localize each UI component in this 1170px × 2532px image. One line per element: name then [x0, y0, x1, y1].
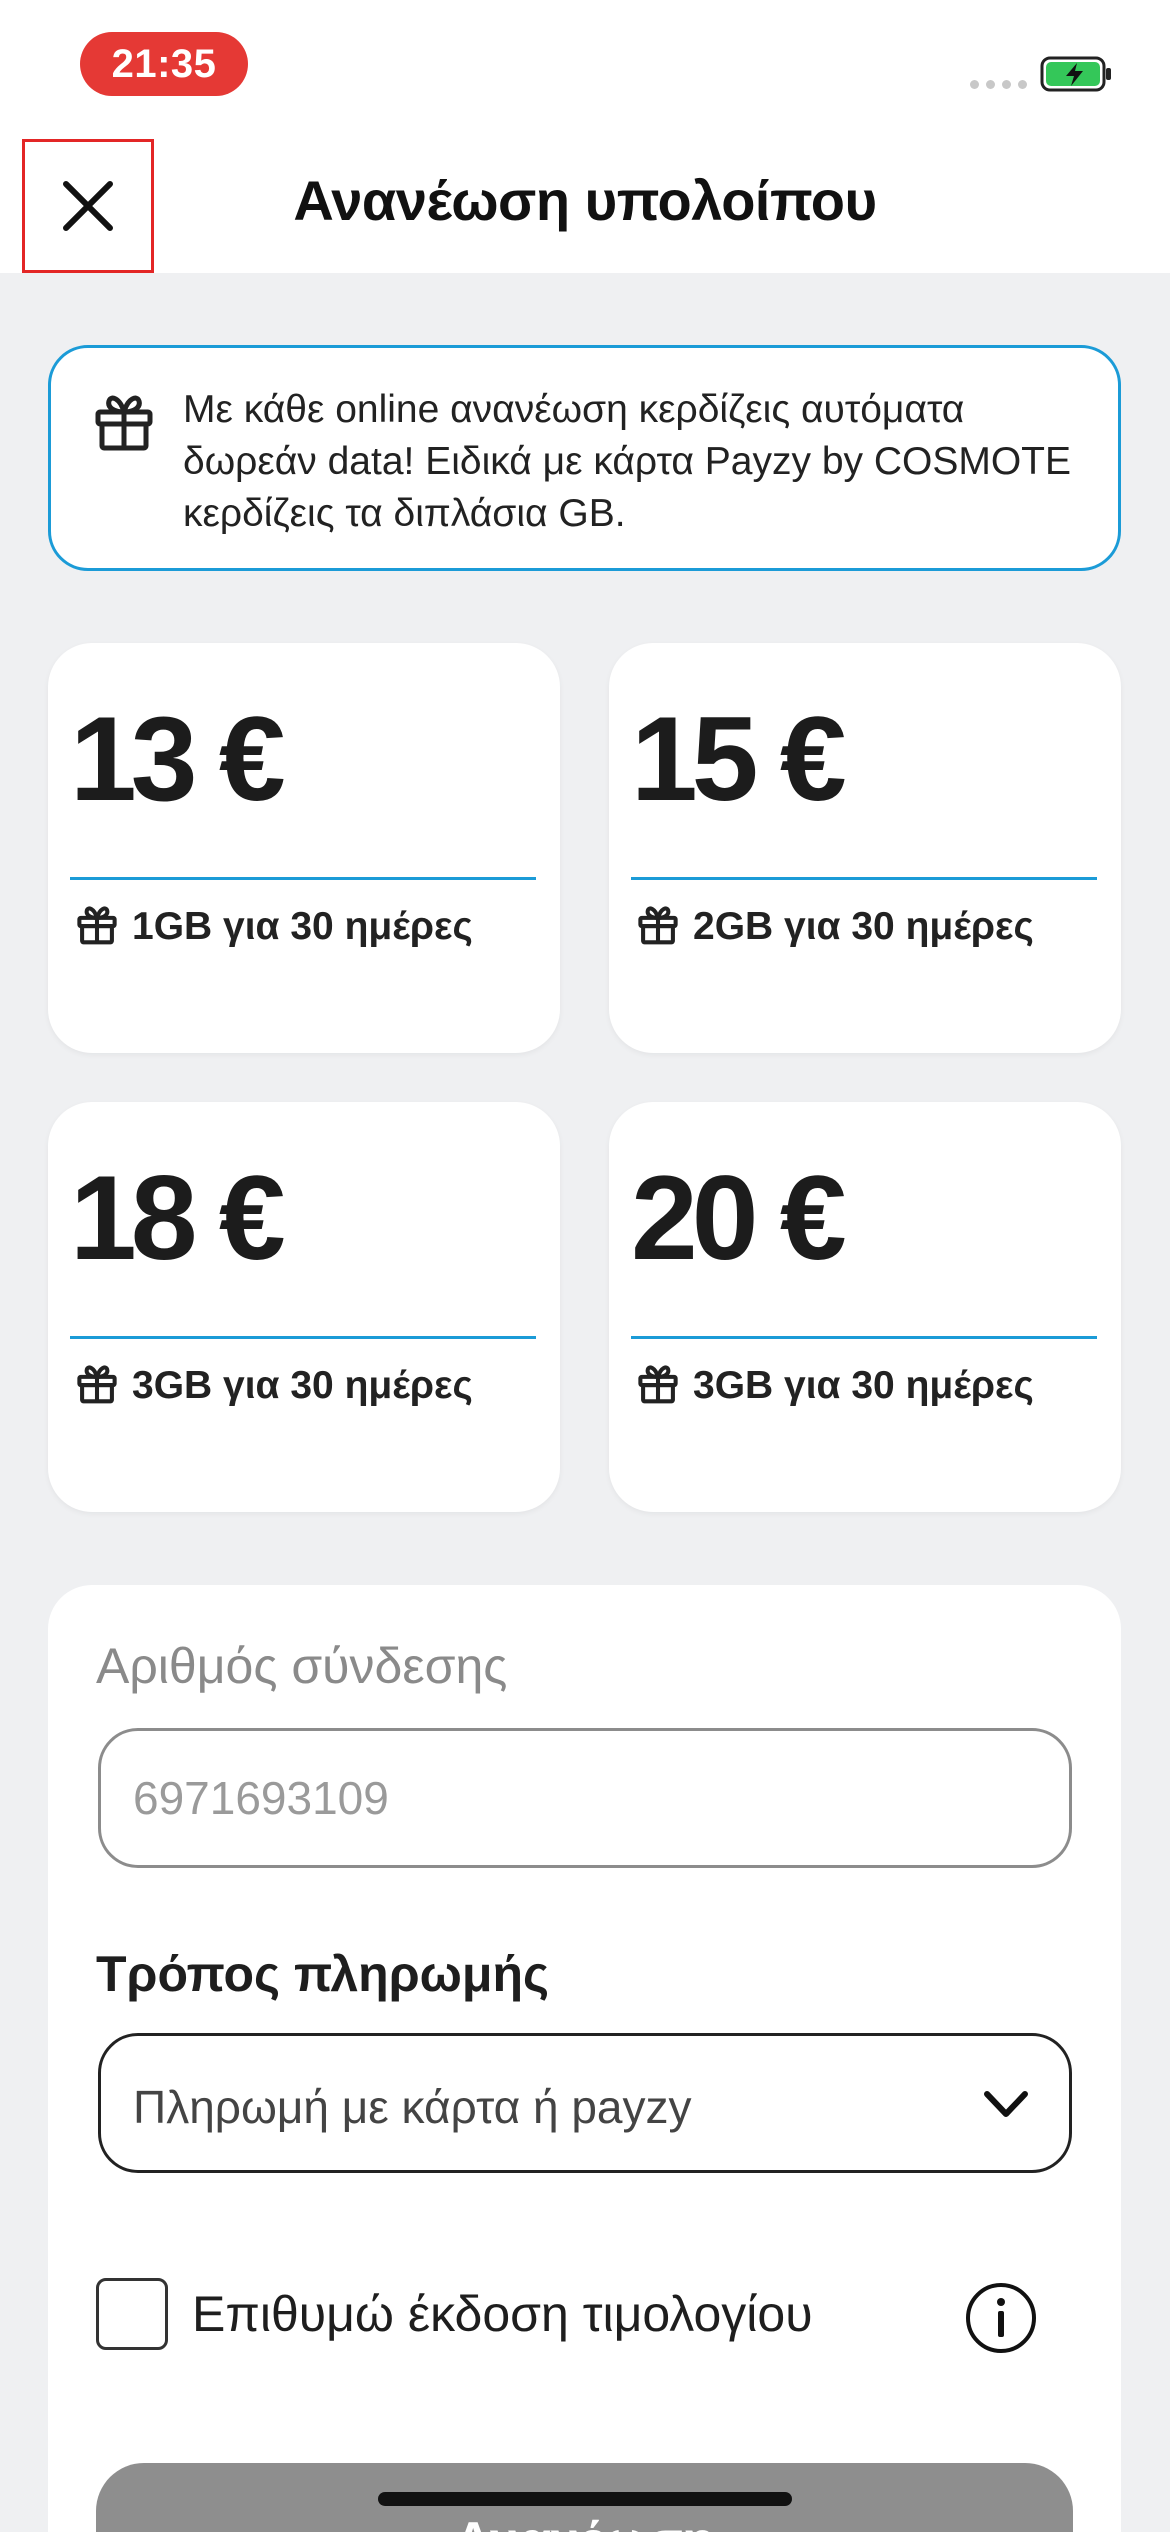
phone-number-input[interactable]	[98, 1728, 1072, 1868]
plan-card-18[interactable]: 18 € 3GB για 30 ημέρες	[48, 1102, 560, 1512]
home-indicator	[378, 2492, 792, 2506]
number-label: Αριθμός σύνδεσης	[96, 1638, 508, 1694]
chevron-down-icon	[984, 2091, 1028, 2117]
gift-icon	[77, 1365, 117, 1404]
plan-bonus: 3GB για 30 ημέρες	[132, 1364, 473, 1407]
page-title: Ανανέωση υπολοίπου	[293, 169, 877, 232]
signal-icon	[970, 80, 1027, 89]
card-divider	[631, 1336, 1097, 1339]
plan-card-20[interactable]: 20 € 3GB για 30 ημέρες	[609, 1102, 1121, 1512]
info-icon[interactable]	[964, 2281, 1038, 2355]
card-divider	[631, 877, 1097, 880]
plan-price: 20 €	[631, 1151, 847, 1285]
payment-method-select[interactable]: Πληρωμή με κάρτα ή payzy	[98, 2033, 1072, 2173]
plan-price: 18 €	[70, 1151, 286, 1285]
screen: 21:35 Ανανέωση υπολοίπου Με κάθε online …	[0, 0, 1170, 2532]
card-divider	[70, 1336, 536, 1339]
battery-icon	[1040, 56, 1111, 92]
gift-icon	[638, 1365, 678, 1404]
gift-icon	[95, 395, 153, 451]
promo-banner: Με κάθε online ανανέωση κερδίζεις αυτόμα…	[48, 345, 1121, 571]
payment-method-value: Πληρωμή με κάρτα ή payzy	[133, 2081, 692, 2133]
renewal-form: Αριθμός σύνδεσης Τρόπος πληρωμής Πληρωμή…	[48, 1585, 1121, 2532]
plan-card-15[interactable]: 15 € 2GB για 30 ημέρες	[609, 643, 1121, 1053]
plan-price: 15 €	[631, 692, 847, 826]
payment-label: Τρόπος πληρωμής	[96, 1946, 550, 2002]
plan-bonus: 1GB για 30 ημέρες	[132, 905, 473, 948]
card-divider	[70, 877, 536, 880]
gift-icon	[638, 906, 678, 945]
plan-card-13[interactable]: 13 € 1GB για 30 ημέρες	[48, 643, 560, 1053]
top-bar: 21:35 Ανανέωση υπολοίπου	[0, 0, 1170, 273]
plan-bonus: 3GB για 30 ημέρες	[693, 1364, 1034, 1407]
invoice-checkbox[interactable]	[96, 2278, 168, 2350]
invoice-label: Επιθυμώ έκδοση τιμολογίου	[192, 2286, 813, 2342]
plan-bonus: 2GB για 30 ημέρες	[693, 905, 1034, 948]
plan-price: 13 €	[70, 692, 286, 826]
promo-text: Με κάθε online ανανέωση κερδίζεις αυτόμα…	[183, 388, 1072, 535]
gift-icon	[77, 906, 117, 945]
status-time: 21:35	[80, 32, 248, 96]
